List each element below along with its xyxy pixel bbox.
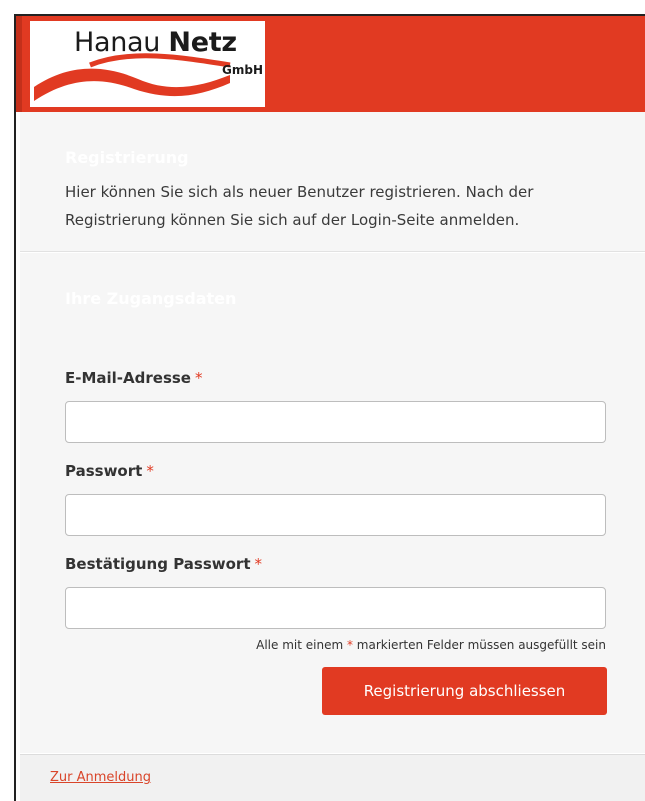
password-label-text: Passwort <box>65 462 143 480</box>
email-input[interactable] <box>65 401 606 443</box>
logo-wordmark: Hanau Netz <box>74 27 237 58</box>
password-label: Passwort * <box>65 462 154 480</box>
company-logo[interactable]: Hanau Netz GmbH <box>30 21 265 107</box>
confirm-password-label-text: Bestätigung Passwort <box>65 555 251 573</box>
header-bar: Hanau Netz GmbH <box>16 16 645 112</box>
intro-text: Hier können Sie sich als neuer Benutzer … <box>65 183 534 229</box>
required-note-prefix: Alle mit einem <box>256 638 344 652</box>
back-to-login-link[interactable]: Zur Anmeldung <box>50 770 151 785</box>
logo-name-bold: Netz <box>168 27 237 58</box>
email-required-mark: * <box>194 369 203 387</box>
registration-form: Ihre Zugangsdaten E-Mail-Adresse * Passwo… <box>20 253 645 753</box>
intro-section: Registrierung Hier können Sie sich als n… <box>20 112 645 252</box>
form-title: Ihre Zugangsdaten <box>65 289 237 308</box>
required-note-suffix: markierten Felder müssen ausgefüllt sein <box>356 638 606 652</box>
confirm-password-input[interactable] <box>65 587 606 629</box>
logo-suffix: GmbH <box>222 63 263 77</box>
logo-name-regular: Hanau <box>74 27 161 58</box>
required-fields-note: Alle mit einem * markierten Felder müsse… <box>256 638 606 652</box>
password-required-mark: * <box>146 462 154 480</box>
email-label: E-Mail-Adresse * <box>65 369 202 387</box>
intro-title: Registrierung <box>65 148 189 167</box>
page-frame: Hanau Netz GmbH Registrierung Hier könne… <box>14 14 645 801</box>
required-note-star: * <box>346 638 353 652</box>
confirm-password-label: Bestätigung Passwort * <box>65 555 262 573</box>
confirm-password-required-mark: * <box>254 555 263 573</box>
email-label-text: E-Mail-Adresse <box>65 369 191 387</box>
footer: Zur Anmeldung <box>20 754 645 801</box>
complete-registration-button[interactable]: Registrierung abschliessen <box>322 667 607 715</box>
password-input[interactable] <box>65 494 606 536</box>
